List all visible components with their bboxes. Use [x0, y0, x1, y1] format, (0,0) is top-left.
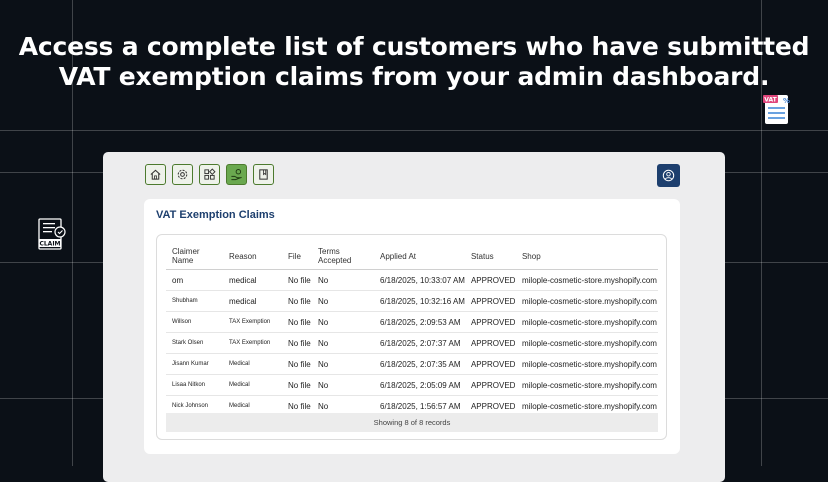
- claims-button[interactable]: [226, 164, 247, 185]
- gear-icon: [177, 169, 188, 180]
- cell-reason: Medical: [223, 374, 282, 396]
- claims-table: Claimer Name Reason File Terms Accepted …: [166, 243, 658, 417]
- table-row[interactable]: Shubham medical No file No 6/18/2025, 10…: [166, 290, 658, 312]
- grid-line: [0, 130, 828, 131]
- cell-file: No file: [282, 311, 312, 333]
- claims-card: VAT Exemption Claims Claimer Name Reason…: [144, 199, 680, 454]
- cell-file: No file: [282, 269, 312, 291]
- cell-applied-at: 6/18/2025, 10:33:07 AM: [374, 269, 465, 291]
- cell-claimer-name: Lisaa Nitkon: [166, 374, 223, 396]
- cell-file: No file: [282, 290, 312, 312]
- table-header-row: Claimer Name Reason File Terms Accepted …: [166, 243, 658, 270]
- column-header-terms-accepted[interactable]: Terms Accepted: [312, 243, 374, 270]
- table-row[interactable]: Jisann Kumar Medical No file No 6/18/202…: [166, 353, 658, 375]
- cell-shop: milople-cosmetic-store.myshopify.com: [515, 353, 658, 375]
- cell-claimer-name: Stark Olsen: [166, 332, 223, 354]
- home-button[interactable]: [145, 164, 166, 185]
- cell-status: APPROVED: [464, 353, 516, 375]
- cell-shop: milople-cosmetic-store.myshopify.com: [515, 290, 658, 312]
- page-title: VAT Exemption Claims: [156, 209, 275, 221]
- claim-badge-label: CLAIM: [39, 241, 60, 248]
- toolbar: [145, 164, 274, 185]
- cell-status: APPROVED: [464, 290, 516, 312]
- table-footer-record-count: Showing 8 of 8 records: [166, 413, 658, 432]
- cell-status: APPROVED: [464, 269, 516, 291]
- vat-badge-label: VAT: [764, 97, 777, 104]
- table-row[interactable]: Lisaa Nitkon Medical No file No 6/18/202…: [166, 374, 658, 396]
- cell-reason: TAX Exemption: [223, 311, 282, 333]
- cell-terms-accepted: No: [312, 374, 374, 396]
- cell-terms-accepted: No: [312, 332, 374, 354]
- vat-document-icon: VAT %: [762, 93, 790, 125]
- apps-button[interactable]: [199, 164, 220, 185]
- admin-panel: VAT Exemption Claims Claimer Name Reason…: [103, 152, 725, 482]
- settings-button[interactable]: [172, 164, 193, 185]
- docs-button[interactable]: [253, 164, 274, 185]
- cell-file: No file: [282, 353, 312, 375]
- column-header-status[interactable]: Status: [464, 243, 516, 270]
- column-header-claimer-name[interactable]: Claimer Name: [166, 243, 223, 270]
- table-row[interactable]: Willson TAX Exemption No file No 6/18/20…: [166, 311, 658, 333]
- grid-icon: [204, 168, 216, 180]
- claim-document-icon: CLAIM: [37, 218, 67, 252]
- cell-applied-at: 6/18/2025, 10:32:16 AM: [374, 290, 465, 312]
- claims-table-container: Claimer Name Reason File Terms Accepted …: [156, 234, 667, 440]
- headline-line-2: VAT exemption claims from your admin das…: [58, 62, 770, 91]
- column-header-reason[interactable]: Reason: [223, 243, 282, 270]
- table-row[interactable]: om medical No file No 6/18/2025, 10:33:0…: [166, 269, 658, 291]
- column-header-shop[interactable]: Shop: [515, 243, 658, 270]
- cell-claimer-name: Willson: [166, 311, 223, 333]
- svg-text:%: %: [783, 97, 790, 105]
- cell-terms-accepted: No: [312, 353, 374, 375]
- cell-applied-at: 6/18/2025, 2:09:53 AM: [374, 311, 465, 333]
- cell-shop: milople-cosmetic-store.myshopify.com: [515, 332, 658, 354]
- cell-shop: milople-cosmetic-store.myshopify.com: [515, 269, 658, 291]
- headline: Access a complete list of customers who …: [0, 32, 828, 92]
- profile-button[interactable]: [657, 164, 680, 187]
- cell-file: No file: [282, 374, 312, 396]
- cell-status: APPROVED: [464, 374, 516, 396]
- cell-reason: medical: [223, 269, 282, 291]
- cell-reason: TAX Exemption: [223, 332, 282, 354]
- user-icon: [662, 169, 675, 182]
- cell-file: No file: [282, 332, 312, 354]
- book-icon: [259, 169, 268, 180]
- table-row[interactable]: Stark Olsen TAX Exemption No file No 6/1…: [166, 332, 658, 354]
- home-icon: [150, 169, 161, 180]
- cell-status: APPROVED: [464, 332, 516, 354]
- cell-applied-at: 6/18/2025, 2:05:09 AM: [374, 374, 465, 396]
- cell-terms-accepted: No: [312, 311, 374, 333]
- cell-applied-at: 6/18/2025, 2:07:35 AM: [374, 353, 465, 375]
- cell-terms-accepted: No: [312, 290, 374, 312]
- cell-shop: milople-cosmetic-store.myshopify.com: [515, 311, 658, 333]
- hand-money-icon: [231, 169, 242, 181]
- cell-status: APPROVED: [464, 311, 516, 333]
- cell-terms-accepted: No: [312, 269, 374, 291]
- cell-reason: medical: [223, 290, 282, 312]
- column-header-applied-at[interactable]: Applied At: [374, 243, 465, 270]
- column-header-file[interactable]: File: [282, 243, 312, 270]
- cell-claimer-name: Jisann Kumar: [166, 353, 223, 375]
- headline-line-1: Access a complete list of customers who …: [18, 32, 810, 61]
- cell-claimer-name: Shubham: [166, 290, 223, 312]
- cell-claimer-name: om: [166, 269, 223, 291]
- cell-applied-at: 6/18/2025, 2:07:37 AM: [374, 332, 465, 354]
- cell-shop: milople-cosmetic-store.myshopify.com: [515, 374, 658, 396]
- cell-reason: Medical: [223, 353, 282, 375]
